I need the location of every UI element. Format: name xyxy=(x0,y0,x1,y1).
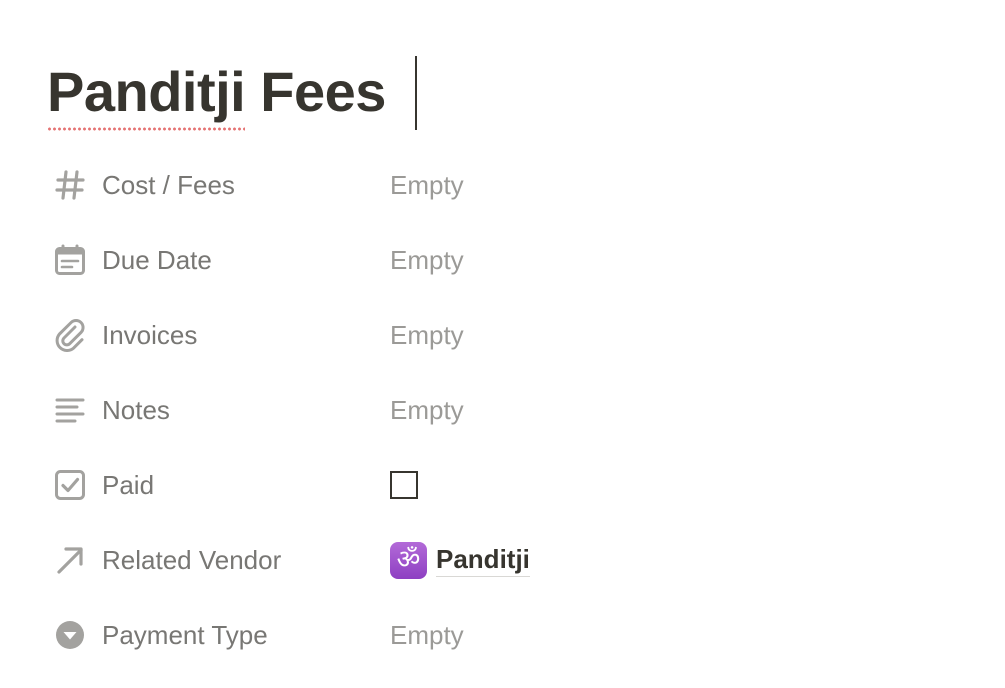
property-name: Invoices xyxy=(102,319,198,350)
checkbox-icon xyxy=(52,467,88,503)
property-name: Paid xyxy=(102,469,155,500)
property-row-notes: Notes Empty xyxy=(0,372,1005,447)
spellcheck-underline xyxy=(47,127,246,131)
text-lines-icon xyxy=(52,392,88,428)
paid-checkbox[interactable] xyxy=(390,471,418,499)
relation-page-name: Panditji xyxy=(436,544,530,577)
property-row-invoices: Invoices Empty xyxy=(0,297,1005,372)
paperclip-icon xyxy=(52,317,88,353)
property-label-paid[interactable]: Paid xyxy=(52,465,154,505)
property-row-cost-fees: Cost / Fees Empty xyxy=(0,147,1005,222)
property-label-invoices[interactable]: Invoices xyxy=(52,315,197,355)
property-label-payment-type[interactable]: Payment Type xyxy=(52,615,268,655)
title-first-word-text: Panditji xyxy=(47,60,246,123)
property-name: Due Date xyxy=(102,244,212,275)
title-rest-text: Fees xyxy=(245,60,386,123)
property-value-related-vendor: ॐ Panditji xyxy=(390,540,530,580)
property-name: Payment Type xyxy=(102,619,268,650)
om-emoji-icon: ॐ xyxy=(390,541,427,579)
property-row-due-date: Due Date Empty xyxy=(0,222,1005,297)
select-icon xyxy=(52,617,88,653)
notion-page: Panditji Fees Cost / Fees Empty Due Date… xyxy=(0,0,1005,688)
property-name: Related Vendor xyxy=(102,544,282,575)
properties-list: Cost / Fees Empty Due Date Empty Invoice… xyxy=(0,147,1005,672)
property-name: Cost / Fees xyxy=(102,169,235,200)
property-label-notes[interactable]: Notes xyxy=(52,390,170,430)
property-label-related-vendor[interactable]: Related Vendor xyxy=(52,540,281,580)
property-value-paid xyxy=(390,465,418,505)
property-value-due-date[interactable]: Empty xyxy=(390,240,464,280)
number-icon xyxy=(52,167,88,203)
arrow-up-right-icon xyxy=(52,542,88,578)
property-row-payment-type: Payment Type Empty xyxy=(0,597,1005,672)
page-title[interactable]: Panditji Fees xyxy=(47,64,386,131)
title-first-word: Panditji xyxy=(47,60,246,131)
calendar-icon xyxy=(52,242,88,278)
property-value-cost-fees[interactable]: Empty xyxy=(390,165,464,205)
property-value-payment-type[interactable]: Empty xyxy=(390,615,464,655)
page-title-container[interactable]: Panditji Fees xyxy=(47,52,417,132)
relation-link-panditji[interactable]: ॐ Panditji xyxy=(390,541,530,579)
property-label-due-date[interactable]: Due Date xyxy=(52,240,212,280)
text-caret xyxy=(415,56,417,130)
property-name: Notes xyxy=(102,394,170,425)
property-value-notes[interactable]: Empty xyxy=(390,390,464,430)
property-value-invoices[interactable]: Empty xyxy=(390,315,464,355)
property-row-related-vendor: Related Vendor ॐ Panditji xyxy=(0,522,1005,597)
property-row-paid: Paid xyxy=(0,447,1005,522)
property-label-cost-fees[interactable]: Cost / Fees xyxy=(52,165,235,205)
